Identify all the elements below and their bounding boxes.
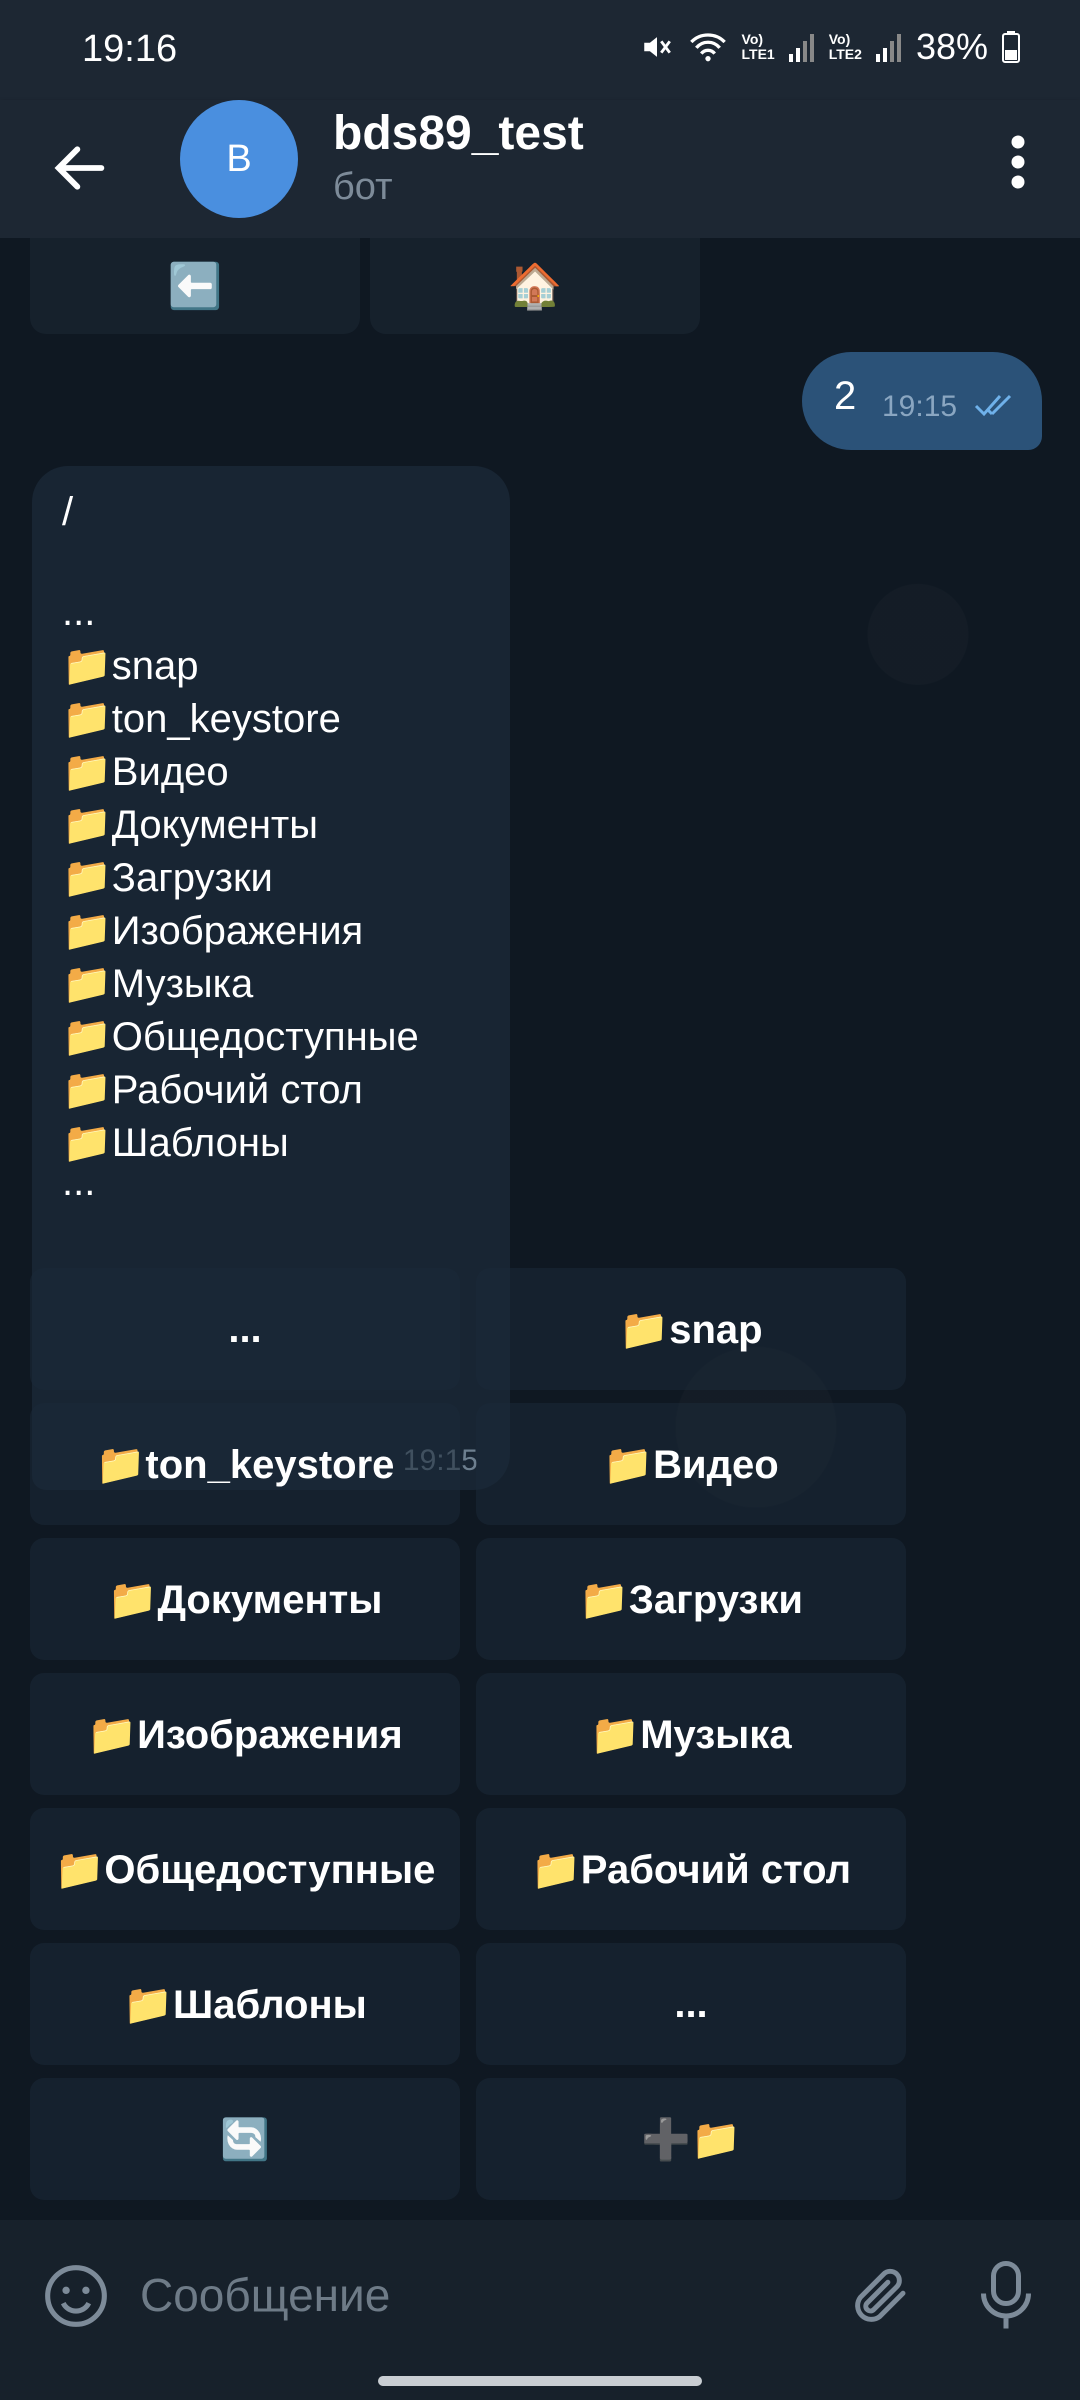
keyboard-button[interactable]: 📁Музыка (476, 1673, 906, 1795)
keyboard-button[interactable]: ... (476, 1943, 906, 2065)
message-line: 📁Видео (62, 750, 229, 794)
keyboard-button[interactable]: 📁Рабочий стол (476, 1808, 906, 1930)
system-nav-bar (0, 2370, 1080, 2400)
keyboard-home-button[interactable]: 🏠 (370, 238, 700, 334)
sim2-label: Vo) LTE2 (828, 31, 862, 62)
status-icons: Vo) LTE1 Vo) LTE2 38% (640, 26, 1020, 68)
wifi-icon (689, 33, 726, 62)
status-bar: 19:16 Vo) LTE1 Vo) LTE2 38% (0, 0, 1080, 100)
keyboard-button[interactable]: 📁ton_keystore (30, 1403, 460, 1525)
message-line: 📁Загрузки (62, 856, 273, 900)
message-time: 19:15 (882, 390, 958, 423)
back-arrow-icon[interactable] (48, 136, 112, 200)
keyboard-button[interactable]: 📁Документы (30, 1538, 460, 1660)
keyboard-button[interactable]: 📁snap (476, 1268, 906, 1390)
message-line: ... (62, 1160, 96, 1204)
keyboard-button[interactable]: 📁Изображения (30, 1673, 460, 1795)
keyboard-button[interactable]: 📁Видео (476, 1403, 906, 1525)
new-folder-button[interactable]: ➕📁 (476, 2078, 906, 2200)
battery-icon (1002, 31, 1020, 63)
battery-percent: 38% (915, 26, 988, 67)
more-options-icon[interactable] (998, 132, 1038, 192)
microphone-icon[interactable] (976, 2258, 1036, 2334)
read-checkmarks-icon (974, 394, 1012, 417)
chat-title[interactable]: bds89_test (333, 106, 584, 161)
message-line: 📁Шаблоны (62, 1121, 289, 1165)
message-text: 2 (834, 374, 857, 418)
signal-icon (875, 34, 901, 62)
message-line: 📁snap (62, 644, 199, 688)
inline-keyboard-previous: ⬅️ 🏠 (30, 238, 700, 334)
home-gesture-handle[interactable] (378, 2376, 702, 2386)
status-time: 19:16 (82, 28, 178, 70)
message-input[interactable]: Сообщение (140, 2268, 390, 2322)
message-line: / (62, 490, 74, 534)
message-line: 📁Общедоступные (62, 1015, 419, 1059)
chat-subtitle: бот (333, 166, 393, 208)
attach-icon[interactable] (848, 2260, 914, 2332)
keyboard-button[interactable]: 📁Шаблоны (30, 1943, 460, 2065)
sim1-label: Vo) LTE1 (741, 31, 775, 62)
chat-header: B bds89_test бот (0, 100, 1080, 238)
keyboard-back-button[interactable]: ⬅️ (30, 238, 360, 334)
refresh-button[interactable]: 🔄 (30, 2078, 460, 2200)
message-line: 📁Изображения (62, 909, 364, 953)
keyboard-button[interactable]: 📁Загрузки (476, 1538, 906, 1660)
keyboard-button[interactable]: ... (30, 1268, 460, 1390)
signal-icon (788, 34, 814, 62)
outgoing-message[interactable]: 2 19:15 (802, 352, 1042, 450)
message-line: 📁Музыка (62, 962, 254, 1006)
message-composer: Сообщение (0, 2220, 1080, 2370)
chat-area[interactable]: ⬅️ 🏠 2 19:15 / ... 📁snap 📁ton_keystore 📁… (0, 238, 1080, 2220)
message-line: 📁Документы (62, 803, 318, 847)
mute-icon (643, 37, 671, 57)
emoji-icon[interactable] (42, 2262, 110, 2330)
message-line: ... (62, 590, 96, 634)
message-line: 📁ton_keystore (62, 697, 341, 741)
keyboard-button[interactable]: 📁Общедоступные (30, 1808, 460, 1930)
message-line: 📁Рабочий стол (62, 1068, 363, 1112)
avatar[interactable]: B (180, 100, 298, 218)
